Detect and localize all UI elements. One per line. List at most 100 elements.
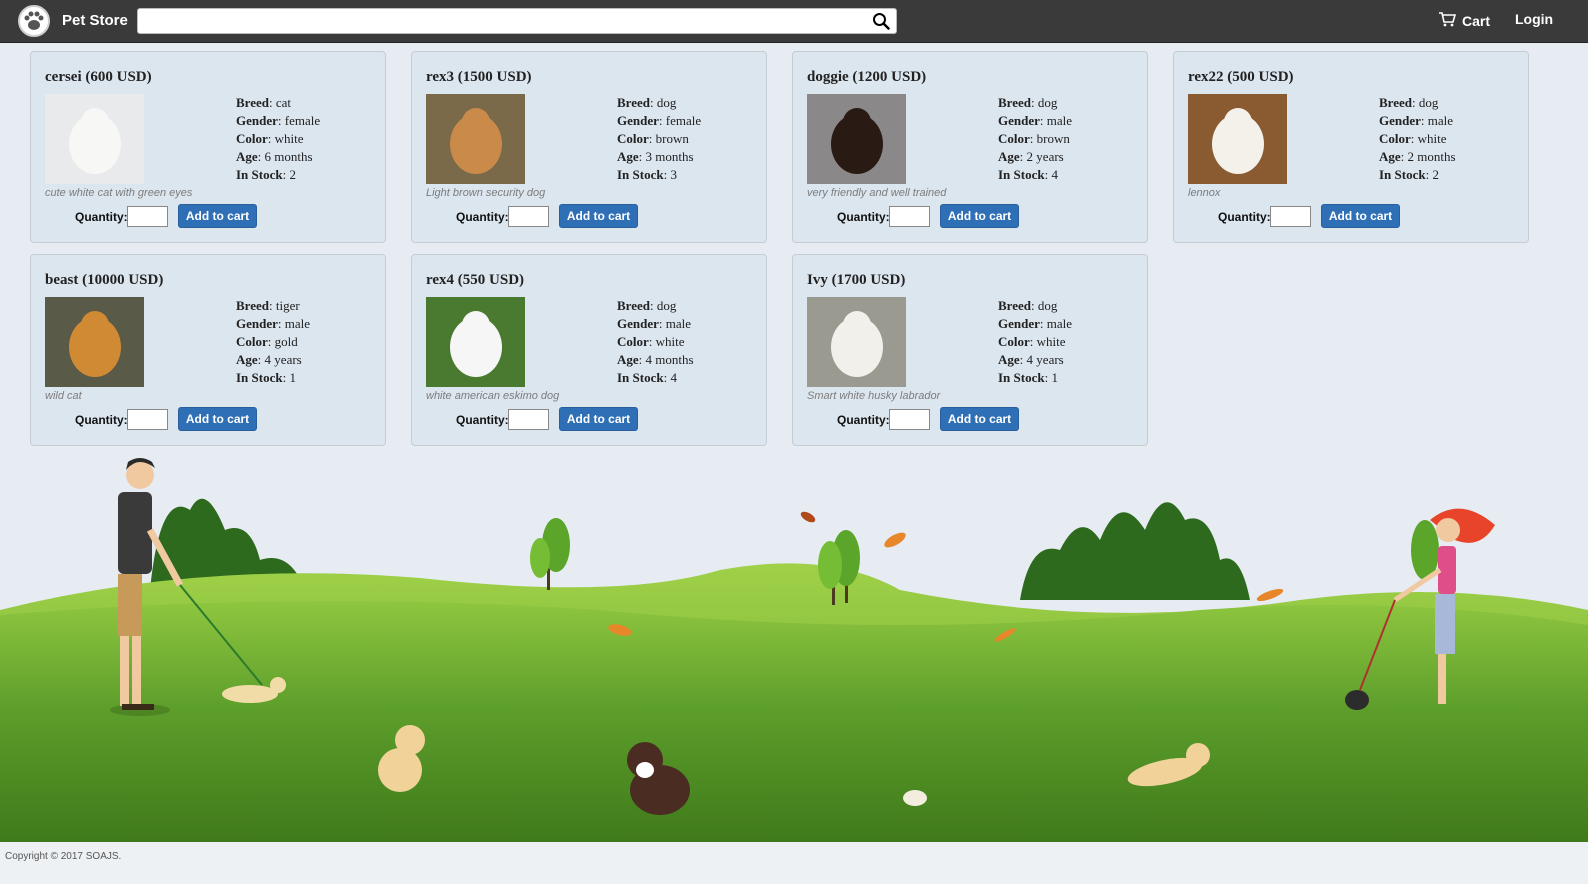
stock-label: In Stock (617, 167, 664, 182)
pet-card: doggie (1200 USD) Breed: dog Gender: male C… (792, 51, 1148, 243)
color-label: Color (617, 334, 649, 349)
add-to-cart-button[interactable]: Add to cart (940, 407, 1019, 431)
stock-row: In Stock: 1 (998, 370, 1058, 385)
pet-card: beast (10000 USD) Breed: tiger Gender: mal… (30, 254, 386, 446)
age-label: Age (1379, 149, 1401, 164)
stock-label: In Stock (236, 167, 283, 182)
breed-label: Breed (236, 298, 269, 313)
pet-photo[interactable] (45, 94, 144, 184)
pet-title[interactable]: rex22 (500 USD) (1188, 69, 1294, 86)
breed-row: Breed: dog (1379, 95, 1439, 110)
color-row: Color: white (998, 334, 1066, 349)
add-to-cart-button[interactable]: Add to cart (559, 204, 638, 228)
age-value: 4 years (264, 352, 302, 367)
gender-label: Gender (998, 316, 1040, 331)
breed-value: dog (1418, 95, 1439, 110)
gender-row: Gender: female (617, 113, 702, 128)
gender-label: Gender (617, 316, 659, 331)
pet-photo[interactable] (1188, 94, 1287, 184)
pet-photo[interactable] (45, 297, 144, 387)
age-row: Age: 2 years (998, 149, 1064, 164)
gender-value: male (665, 316, 692, 331)
pet-photo[interactable] (426, 94, 525, 184)
color-row: Color: brown (617, 131, 689, 146)
color-label: Color (236, 131, 268, 146)
pet-photo[interactable] (426, 297, 525, 387)
add-to-cart-button[interactable]: Add to cart (1321, 204, 1400, 228)
quantity-input[interactable] (889, 409, 930, 430)
gender-value: female (284, 113, 321, 128)
add-to-cart-button[interactable]: Add to cart (178, 204, 257, 228)
pet-photo[interactable] (807, 297, 906, 387)
color-row: Color: brown (998, 131, 1070, 146)
brand-title[interactable]: Pet Store (62, 12, 128, 29)
bush-right (1020, 502, 1250, 600)
gender-row: Gender: female (236, 113, 321, 128)
breed-label: Breed (236, 95, 269, 110)
pet-title[interactable]: rex4 (550 USD) (426, 272, 524, 289)
add-to-cart-button[interactable]: Add to cart (178, 407, 257, 431)
add-to-cart-button[interactable]: Add to cart (559, 407, 638, 431)
gender-value: male (284, 316, 311, 331)
pet-card: rex22 (500 USD) Breed: dog Gender: male Col… (1173, 51, 1529, 243)
stock-label: In Stock (617, 370, 664, 385)
breed-row: Breed: dog (617, 298, 677, 313)
quantity-label: Quantity: (75, 413, 128, 427)
breed-value: dog (656, 95, 677, 110)
gender-row: Gender: male (617, 316, 692, 331)
color-value: gold (274, 334, 298, 349)
color-label: Color (998, 131, 1030, 146)
quantity-label: Quantity: (1218, 210, 1271, 224)
pet-title[interactable]: doggie (1200 USD) (807, 69, 926, 86)
stock-value: 1 (1051, 370, 1058, 385)
pet-title[interactable]: beast (10000 USD) (45, 272, 163, 289)
color-value: white (1036, 334, 1066, 349)
pet-details: Breed: dog Gender: male Color: white Age: 4… (998, 297, 1072, 387)
quantity-input[interactable] (1270, 206, 1311, 227)
quantity-input[interactable] (889, 206, 930, 227)
search-icon[interactable] (872, 12, 890, 35)
pet-description: white american eskimo dog (426, 390, 560, 402)
stock-value: 1 (289, 370, 296, 385)
stock-value: 2 (1432, 167, 1439, 182)
navbar: Pet Store Cart Login (0, 0, 1588, 43)
breed-row: Breed: dog (998, 95, 1058, 110)
pet-details: Breed: dog Gender: male Color: white Age: 2… (1379, 94, 1456, 184)
search-bar[interactable] (137, 8, 897, 34)
quantity-label: Quantity: (75, 210, 128, 224)
grass (0, 601, 1588, 842)
gender-value: female (665, 113, 702, 128)
pet-description: cute white cat with green eyes (45, 187, 193, 199)
pet-description: Smart white husky labrador (807, 390, 941, 402)
add-to-cart-button[interactable]: Add to cart (940, 204, 1019, 228)
breed-value: cat (275, 95, 292, 110)
gender-value: male (1427, 113, 1454, 128)
gender-label: Gender (1379, 113, 1421, 128)
color-label: Color (998, 334, 1030, 349)
pet-title[interactable]: cersei (600 USD) (45, 69, 152, 86)
breed-label: Breed (998, 298, 1031, 313)
quantity-input[interactable] (508, 409, 549, 430)
login-link[interactable]: Login (1515, 11, 1553, 27)
quantity-input[interactable] (508, 206, 549, 227)
stock-row: In Stock: 2 (1379, 167, 1439, 182)
breed-row: Breed: cat (236, 95, 292, 110)
pet-photo[interactable] (807, 94, 906, 184)
stock-value: 4 (670, 370, 677, 385)
quantity-input[interactable] (127, 206, 168, 227)
age-row: Age: 2 months (1379, 149, 1456, 164)
pet-title[interactable]: rex3 (1500 USD) (426, 69, 532, 86)
breed-row: Breed: dog (617, 95, 677, 110)
color-value: brown (655, 131, 689, 146)
pet-details: Breed: dog Gender: female Color: brown Age:… (617, 94, 701, 184)
search-input[interactable] (146, 10, 870, 34)
stock-value: 4 (1051, 167, 1058, 182)
color-label: Color (1379, 131, 1411, 146)
age-row: Age: 4 years (998, 352, 1064, 367)
paw-logo-icon[interactable] (18, 5, 50, 37)
cart-link[interactable]: Cart (1438, 11, 1490, 30)
color-row: Color: white (1379, 131, 1447, 146)
quantity-input[interactable] (127, 409, 168, 430)
pet-title[interactable]: Ivy (1700 USD) (807, 272, 905, 289)
footer: Copyright © 2017 SOAJS. (0, 842, 1588, 884)
